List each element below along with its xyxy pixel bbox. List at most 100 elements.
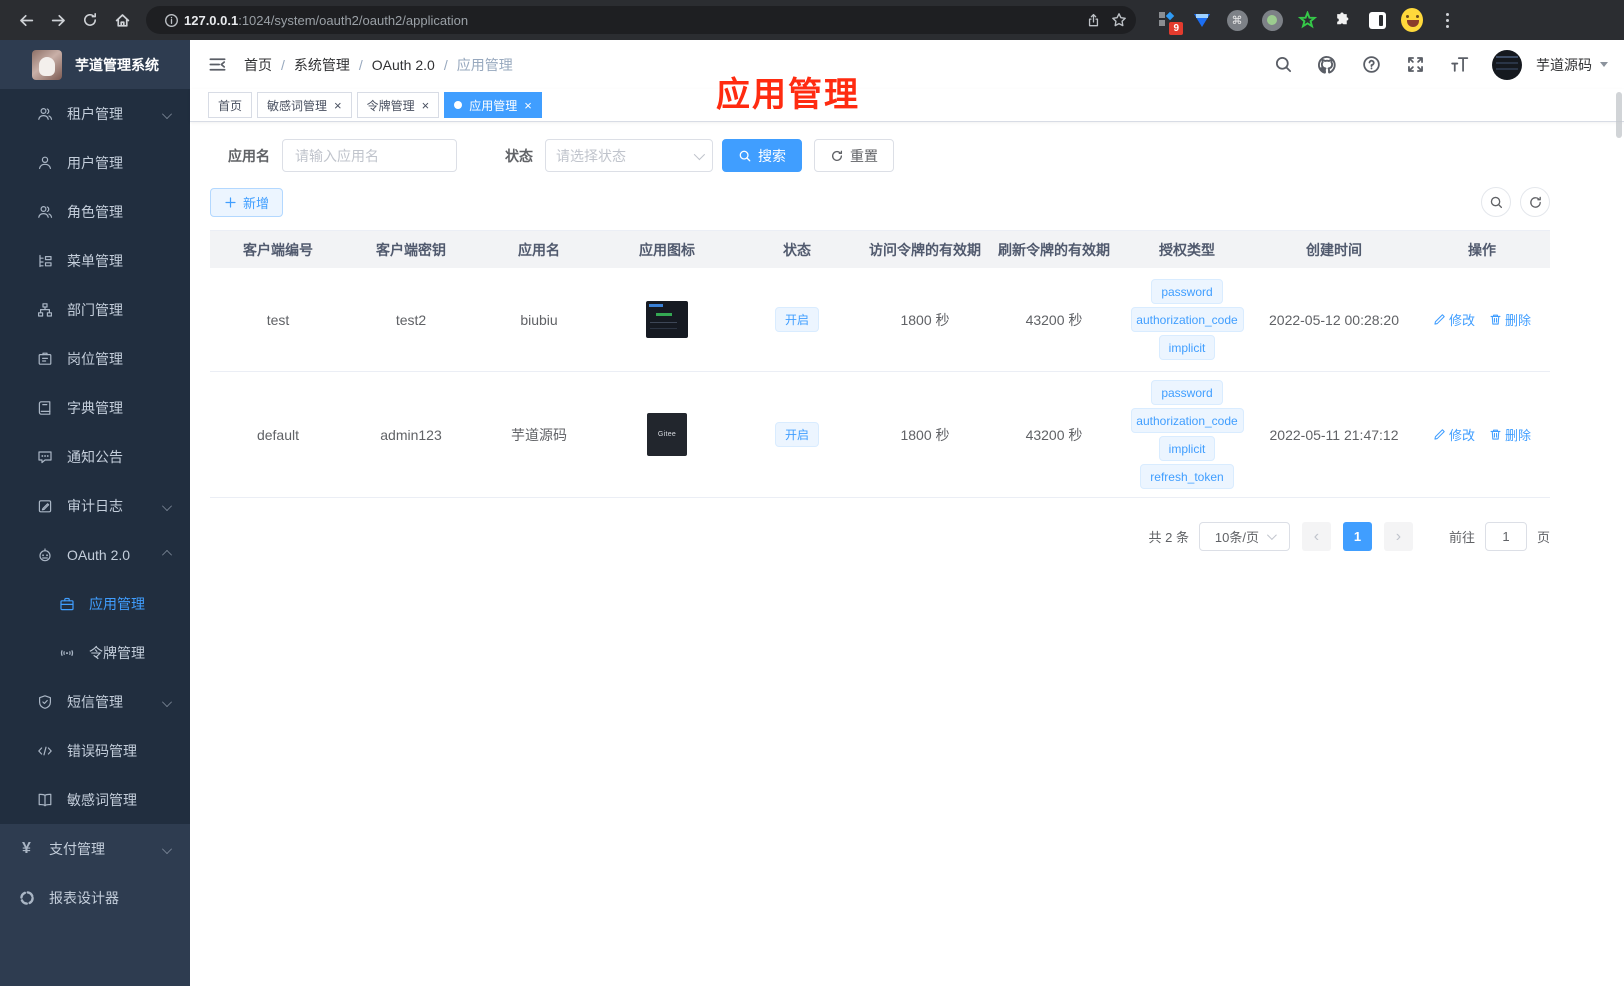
sidebar-item-pay[interactable]: ¥ 支付管理 xyxy=(0,824,190,873)
refresh-button[interactable] xyxy=(1520,187,1550,217)
users-icon xyxy=(36,203,53,220)
tab-home[interactable]: 首页 xyxy=(208,92,253,118)
chevron-down-icon xyxy=(693,148,706,160)
close-icon[interactable] xyxy=(524,98,532,113)
col-actions: 操作 xyxy=(1468,241,1496,258)
bookmark-star-icon[interactable] xyxy=(1106,7,1132,33)
col-created: 创建时间 xyxy=(1306,241,1362,258)
page-size-select[interactable]: 10条/页 xyxy=(1198,522,1290,551)
code-icon xyxy=(36,742,53,759)
site-info-icon[interactable] xyxy=(158,7,184,33)
extension-star-icon[interactable] xyxy=(1296,9,1318,31)
active-dot xyxy=(454,101,463,109)
total-count: 共 2 条 xyxy=(1148,530,1189,545)
status-badge: 开启 xyxy=(774,307,819,332)
extension-gem-icon[interactable] xyxy=(1191,9,1213,31)
extension-blocks-icon[interactable]: 9 xyxy=(1156,9,1183,35)
page-scrollbar-thumb[interactable] xyxy=(1616,92,1622,138)
delete-link[interactable]: 删除 xyxy=(1489,310,1531,329)
browser-menu-icon[interactable] xyxy=(1436,9,1458,31)
app-logo[interactable]: 芋道管理系统 xyxy=(0,40,190,89)
sidebar-item-sms[interactable]: 短信管理 xyxy=(0,677,190,726)
split-view-icon[interactable] xyxy=(1366,9,1388,31)
page-content: 应用名 状态 请选择状态 搜索 重置 xyxy=(190,122,1624,986)
help-icon[interactable] xyxy=(1360,54,1382,76)
prev-page-button[interactable] xyxy=(1301,522,1331,551)
app-name-input[interactable] xyxy=(282,139,457,172)
tree-list-icon xyxy=(36,252,53,269)
sidebar-item-role[interactable]: 角色管理 xyxy=(0,187,190,236)
sidebar-item-post[interactable]: 岗位管理 xyxy=(0,334,190,383)
sidebar-item-oauth[interactable]: OAuth 2.0 xyxy=(0,530,190,579)
sidebar-item-label: 审计日志 xyxy=(67,497,123,514)
breadcrumb-home[interactable]: 首页 xyxy=(244,55,272,75)
annotation-text: 应用管理 xyxy=(716,76,860,114)
col-grant-types: 授权类型 xyxy=(1159,241,1215,258)
edit-link[interactable]: 修改 xyxy=(1433,310,1475,329)
delete-link[interactable]: 删除 xyxy=(1489,425,1531,444)
breadcrumb-current: 应用管理 xyxy=(456,56,513,73)
tab-application[interactable]: 应用管理 xyxy=(444,92,542,118)
page-unit-label: 页 xyxy=(1536,530,1550,545)
goto-page-input[interactable] xyxy=(1484,522,1527,551)
breadcrumb-oauth[interactable]: OAuth 2.0 xyxy=(372,57,435,73)
sidebar-item-dict[interactable]: 字典管理 xyxy=(0,383,190,432)
sidebar-item-user[interactable]: 用户管理 xyxy=(0,138,190,187)
share-icon[interactable] xyxy=(1080,7,1106,33)
close-icon[interactable] xyxy=(422,98,430,113)
sidebar-item-tenant[interactable]: 租户管理 xyxy=(0,89,190,138)
sidebar-collapse-icon[interactable] xyxy=(206,54,228,76)
user-avatar[interactable] xyxy=(1492,49,1522,80)
toggle-search-button[interactable] xyxy=(1481,187,1511,217)
back-icon[interactable] xyxy=(12,6,40,34)
cell-client-id: default xyxy=(256,426,300,443)
sidebar-item-sensitiveword[interactable]: 敏感词管理 xyxy=(0,775,190,824)
home-icon[interactable] xyxy=(108,6,136,34)
close-icon[interactable] xyxy=(334,98,342,113)
extensions-puzzle-icon[interactable] xyxy=(1331,9,1353,31)
cell-refresh-validity: 43200 秒 xyxy=(1025,311,1083,328)
sidebar-item-audit[interactable]: 审计日志 xyxy=(0,481,190,530)
next-page-button[interactable] xyxy=(1383,522,1413,551)
breadcrumb-system[interactable]: 系统管理 xyxy=(294,55,350,75)
sidebar-item-label: 用户管理 xyxy=(67,154,123,171)
reload-icon[interactable] xyxy=(76,6,104,34)
book-icon xyxy=(36,399,53,416)
sidebar-item-label: 岗位管理 xyxy=(67,350,123,367)
edit-link[interactable]: 修改 xyxy=(1433,425,1475,444)
extension-record-icon[interactable] xyxy=(1261,9,1283,31)
shield-check-icon xyxy=(36,693,53,710)
sidebar-item-errorcode[interactable]: 错误码管理 xyxy=(0,726,190,775)
add-button[interactable]: 新增 xyxy=(210,187,284,217)
github-icon[interactable] xyxy=(1316,54,1338,76)
col-secret: 客户端密钥 xyxy=(376,241,446,258)
sidebar-item-oauth-application[interactable]: 应用管理 xyxy=(0,579,190,628)
address-bar[interactable]: 127.0.0.1:1024/system/oauth2/oauth2/appl… xyxy=(146,6,1136,34)
sidebar: 芋道管理系统 租户管理 用户管理 角色管理 菜单管理 部门管理 岗位管理 字典管… xyxy=(0,40,190,986)
tab-sensitive-word[interactable]: 敏感词管理 xyxy=(257,92,352,118)
status-select[interactable]: 请选择状态 xyxy=(545,139,713,172)
search-icon[interactable] xyxy=(1272,54,1294,76)
tab-token[interactable]: 令牌管理 xyxy=(356,92,440,118)
cell-secret: test2 xyxy=(395,311,427,328)
forward-icon[interactable] xyxy=(44,6,72,34)
fullscreen-icon[interactable] xyxy=(1404,54,1426,76)
page-number-1[interactable]: 1 xyxy=(1342,522,1372,551)
font-size-icon[interactable] xyxy=(1448,54,1470,76)
sidebar-item-label: 部门管理 xyxy=(67,301,123,318)
extension-command-icon[interactable]: ⌘ xyxy=(1226,9,1248,31)
profile-emoji-avatar[interactable] xyxy=(1401,8,1423,32)
sidebar-item-oauth-token[interactable]: 令牌管理 xyxy=(0,628,190,677)
user-menu[interactable]: 芋道源码 xyxy=(1536,55,1608,75)
sidebar-item-notice[interactable]: 通知公告 xyxy=(0,432,190,481)
sidebar-item-label: 租户管理 xyxy=(67,105,123,122)
search-button[interactable]: 搜索 xyxy=(722,139,802,172)
reset-button[interactable]: 重置 xyxy=(814,139,894,172)
sidebar-item-report[interactable]: 报表设计器 xyxy=(0,873,190,922)
signal-token-icon xyxy=(58,644,75,661)
sidebar-item-menu[interactable]: 菜单管理 xyxy=(0,236,190,285)
app-name-label: 应用名 xyxy=(228,147,270,164)
sidebar-item-label: 错误码管理 xyxy=(67,742,137,759)
sidebar-item-dept[interactable]: 部门管理 xyxy=(0,285,190,334)
chevron-down-icon xyxy=(162,500,172,511)
